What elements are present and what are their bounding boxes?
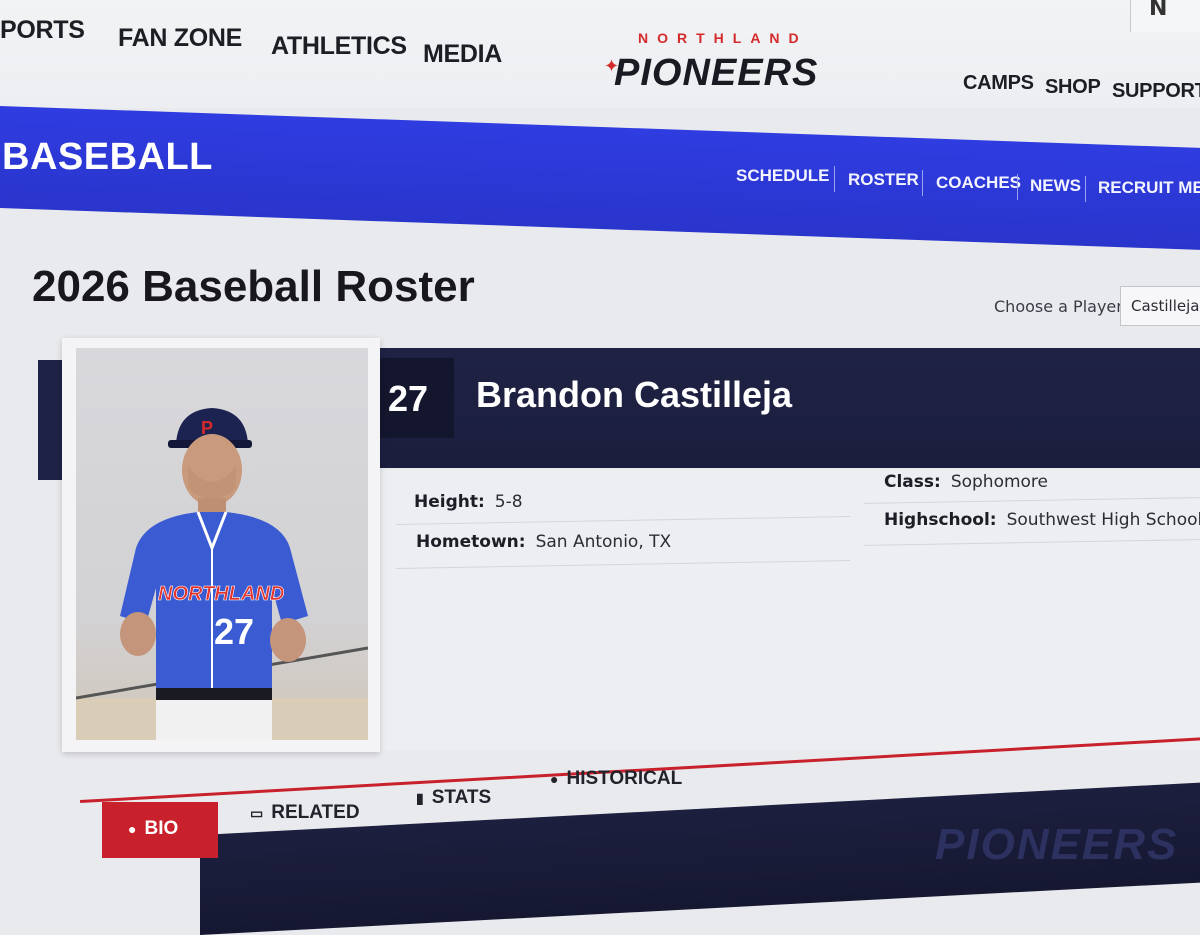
subnav-divider — [1085, 176, 1086, 202]
tab-historical[interactable]: ● HISTORICAL — [550, 768, 682, 790]
nav-item-camps[interactable]: CAMPS — [963, 72, 1034, 95]
corner-label: N — [1149, 0, 1168, 21]
nav-item-sports[interactable]: PORTS — [0, 16, 85, 45]
class-value: Sophomore — [950, 472, 1049, 492]
player-name: Brandon Castilleja — [476, 374, 793, 415]
logo-main-text: PIONEERS — [614, 52, 819, 94]
choose-player-select[interactable]: Castilleja, — [1120, 286, 1200, 326]
height-value: 5-8 — [494, 492, 523, 512]
nav-item-media[interactable]: MEDIA — [423, 40, 502, 69]
tab-related[interactable]: ▭ RELATED — [250, 802, 360, 824]
tab-bio-label[interactable]: ● BIO — [128, 818, 178, 840]
jersey-number: 27 — [388, 378, 429, 419]
hometown-value: San Antonio, TX — [535, 532, 672, 552]
highschool-label: Highschool: — [884, 510, 997, 530]
footer-wordmark: PIONEERS — [935, 820, 1179, 869]
subnav-roster[interactable]: ROSTER — [848, 170, 919, 190]
bar-chart-icon: ▮ — [416, 790, 424, 806]
height-label: Height: — [414, 492, 485, 512]
choose-player-label: Choose a Player: — [994, 297, 1128, 316]
nav-item-athletics[interactable]: ATHLETICS — [271, 32, 407, 61]
hometown-label: Hometown: — [416, 532, 526, 552]
hometown-row: Hometown: San Antonio, TX — [416, 532, 671, 552]
logo-top-text: NORTHLAND — [638, 30, 808, 46]
nav-item-shop[interactable]: SHOP — [1045, 76, 1101, 99]
subnav-schedule[interactable]: SCHEDULE — [736, 166, 830, 186]
speech-bubble-icon: ● — [128, 821, 137, 837]
subnav-divider — [1017, 174, 1018, 200]
subnav-coaches[interactable]: COACHES — [936, 173, 1021, 193]
height-row: Height: 5-8 — [414, 492, 523, 512]
class-label: Class: — [884, 472, 941, 492]
page-title: 2026 Baseball Roster — [32, 262, 475, 311]
subnav-recruit-me[interactable]: RECRUIT ME — [1098, 178, 1200, 198]
class-row: Class: Sophomore — [884, 472, 1048, 492]
pioneers-logo[interactable]: NORTHLAND ✦ PIONEERS — [604, 30, 874, 104]
player-photo: P NORTHLAND 27 — [76, 348, 368, 740]
jersey-lettering: NORTHLAND — [158, 583, 284, 605]
person-icon: ● — [550, 771, 559, 787]
nav-item-fan-zone[interactable]: FAN ZONE — [118, 24, 242, 53]
stack-icon: ▭ — [250, 805, 264, 821]
nav-item-support[interactable]: SUPPORT — [1112, 80, 1200, 103]
highschool-row: Highschool: Southwest High School — [884, 510, 1200, 530]
subnav-news[interactable]: NEWS — [1030, 176, 1081, 196]
highschool-value: Southwest High School — [1006, 510, 1200, 530]
sport-title: BASEBALL — [2, 136, 213, 178]
jersey-front-number: 27 — [214, 611, 254, 652]
subnav-divider — [834, 166, 835, 192]
topbar-corner-button[interactable]: N — [1130, 0, 1200, 32]
subnav-divider — [922, 170, 923, 196]
tab-stats[interactable]: ▮ STATS — [416, 787, 491, 809]
player-illustration: P NORTHLAND 27 — [76, 408, 368, 740]
